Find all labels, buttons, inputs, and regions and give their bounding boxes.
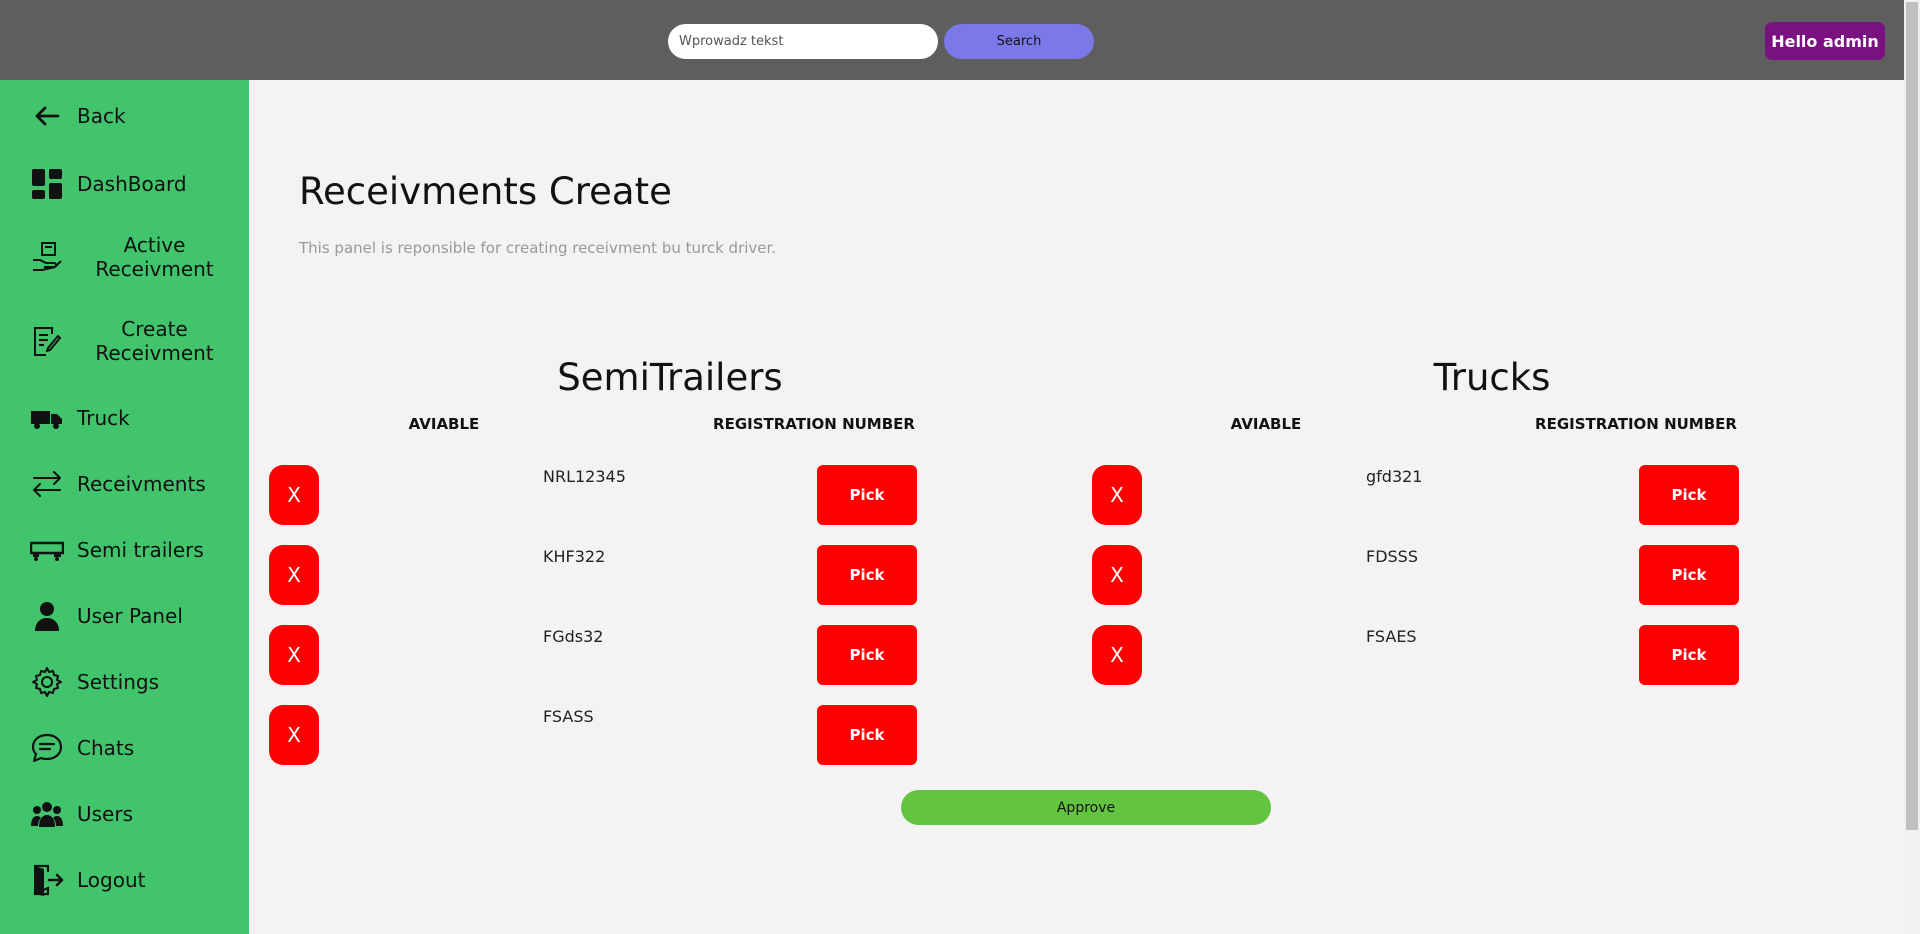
package-hand-icon <box>30 240 64 274</box>
sidebar-item-logout[interactable]: Logout <box>0 860 249 900</box>
dashboard-icon <box>30 167 64 201</box>
sidebar-item-label: Create Receivment <box>95 317 214 365</box>
sidebar-item-label: Truck <box>77 406 130 430</box>
semitrailer-remove-button[interactable]: X <box>269 625 319 685</box>
sidebar-item-user-panel[interactable]: User Panel <box>0 596 249 636</box>
sidebar-item-label: Back <box>77 104 126 128</box>
semitrailer-registration: NRL12345 <box>543 467 626 486</box>
sidebar-item-label: Semi trailers <box>77 538 204 562</box>
approve-button[interactable]: Approve <box>901 790 1271 825</box>
sidebar-item-dashboard[interactable]: DashBoard <box>0 164 249 204</box>
semitrailer-registration: KHF322 <box>543 547 606 566</box>
trucks-col-available: AVIABLE <box>1230 415 1302 433</box>
search-button[interactable]: Search <box>944 24 1094 59</box>
search-input[interactable] <box>668 24 938 59</box>
user-menu-button[interactable]: Hello admin <box>1765 22 1885 60</box>
user-icon <box>30 599 64 633</box>
semitrailer-pick-button[interactable]: Pick <box>817 625 917 685</box>
trucks-col-registration: REGISTRATION NUMBER <box>1535 415 1737 433</box>
semi-trailer-icon <box>30 533 64 567</box>
sidebar-item-label: Active Receivment <box>95 233 214 281</box>
truck-pick-button[interactable]: Pick <box>1639 625 1739 685</box>
chat-icon <box>30 731 64 765</box>
sidebar-item-users[interactable]: Users <box>0 794 249 834</box>
sidebar-item-label: Receivments <box>77 472 206 496</box>
sidebar-item-label: Users <box>77 802 134 826</box>
truck-pick-button[interactable]: Pick <box>1639 465 1739 525</box>
sidebar-item-label: Settings <box>77 670 160 694</box>
sidebar-item-active-receivment[interactable]: Active Receivment <box>0 232 249 282</box>
sidebar-item-receivments[interactable]: Receivments <box>0 464 249 504</box>
semitrailer-remove-button[interactable]: X <box>269 465 319 525</box>
semitrailer-remove-button[interactable]: X <box>269 545 319 605</box>
truck-remove-button[interactable]: X <box>1092 545 1142 605</box>
sidebar-item-settings[interactable]: Settings <box>0 662 249 702</box>
sidebar-item-chats[interactable]: Chats <box>0 728 249 768</box>
sidebar-item-label: Logout <box>77 868 146 892</box>
semitrailer-pick-button[interactable]: Pick <box>817 545 917 605</box>
truck-remove-button[interactable]: X <box>1092 625 1142 685</box>
sidebar-item-back[interactable]: Back <box>0 96 249 136</box>
arrows-exchange-icon <box>30 467 64 501</box>
semitrailer-remove-button[interactable]: X <box>269 705 319 765</box>
truck-registration: gfd321 <box>1366 467 1423 486</box>
semitrailer-pick-button[interactable]: Pick <box>817 465 917 525</box>
sidebar-item-label: DashBoard <box>77 172 187 196</box>
semitrailers-title: SemiTrailers <box>557 356 783 399</box>
truck-icon <box>30 401 64 435</box>
truck-remove-button[interactable]: X <box>1092 465 1142 525</box>
trucks-title: Trucks <box>1433 356 1551 399</box>
sidebar-item-label: User Panel <box>77 604 183 628</box>
semitrailers-col-available: AVIABLE <box>408 415 480 433</box>
truck-registration: FDSSS <box>1366 547 1418 566</box>
semitrailer-registration: FGds32 <box>543 627 604 646</box>
semitrailers-col-registration: REGISTRATION NUMBER <box>713 415 915 433</box>
page-title: Receivments Create <box>299 170 672 213</box>
truck-registration: FSAES <box>1366 627 1417 646</box>
sidebar-item-truck[interactable]: Truck <box>0 398 249 438</box>
truck-pick-button[interactable]: Pick <box>1639 545 1739 605</box>
top-bar: Search Hello admin <box>0 0 1904 80</box>
sidebar-item-label: Chats <box>77 736 135 760</box>
scrollbar-thumb[interactable] <box>1906 2 1918 830</box>
users-group-icon <box>30 797 64 831</box>
gear-icon <box>30 665 64 699</box>
logout-door-icon <box>30 863 64 897</box>
sidebar-item-create-receivment[interactable]: Create Receivment <box>0 316 249 366</box>
document-edit-icon <box>30 324 64 358</box>
sidebar: Back DashBoard Active Receivment Create … <box>0 80 249 934</box>
page-description: This panel is reponsible for creating re… <box>299 239 777 257</box>
semitrailer-registration: FSASS <box>543 707 594 726</box>
arrow-left-icon <box>30 99 64 133</box>
sidebar-item-semi-trailers[interactable]: Semi trailers <box>0 530 249 570</box>
semitrailer-pick-button[interactable]: Pick <box>817 705 917 765</box>
